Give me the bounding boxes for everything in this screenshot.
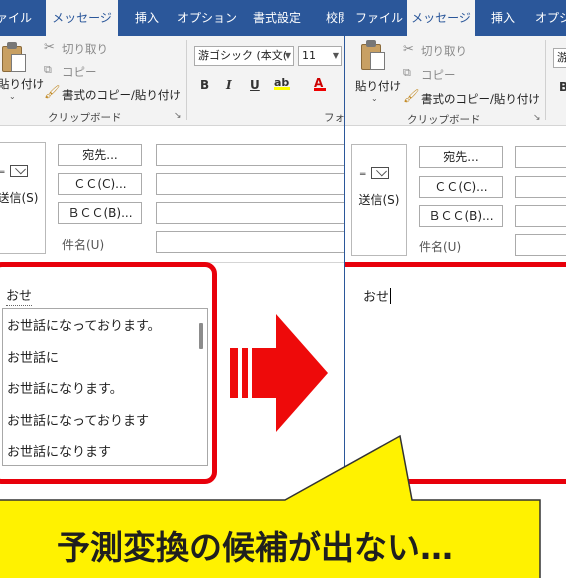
cut-button[interactable]: 切り取り	[62, 41, 108, 57]
dialog-launcher-icon[interactable]: ↘	[174, 111, 182, 121]
copy-button[interactable]: コピー	[62, 64, 97, 80]
clipboard-group-label: クリップボード	[407, 114, 481, 126]
font-name-combo[interactable]: 游	[553, 48, 566, 68]
cc-button[interactable]: ＣＣ(C)...	[58, 173, 142, 195]
send-button[interactable]: ═ 送信(S)	[351, 144, 407, 256]
tab-options[interactable]: オプシ	[535, 0, 566, 36]
send-speed-lines-icon: ═	[0, 168, 5, 178]
group-separator	[545, 40, 546, 120]
outlook-window-with-suggestions: ファイル メッセージ 挿入 オプション 書式設定 校閲 貼り付け ⌄ ✂ 切り取…	[0, 0, 350, 578]
bcc-field[interactable]	[515, 205, 566, 227]
format-painter-icon: 🖌	[44, 85, 61, 100]
highlight-frame-left	[0, 262, 217, 484]
scissors-icon: ✂	[44, 40, 55, 55]
bcc-field[interactable]	[156, 202, 350, 224]
ribbon: 貼り付け ⌄ ✂ 切り取り ⧉ コピー 🖌 書式のコピー/貼り付け クリップボー…	[345, 36, 566, 126]
tab-message[interactable]: メッセージ	[407, 0, 475, 36]
tab-format-text[interactable]: 書式設定	[244, 0, 310, 36]
to-button[interactable]: 宛先...	[58, 144, 142, 166]
tab-insert[interactable]: 挿入	[481, 0, 525, 36]
tab-insert[interactable]: 挿入	[124, 0, 170, 36]
scissors-icon: ✂	[403, 42, 414, 57]
window-inner: ファイル メッセージ 挿入 オプシ 貼り付け ⌄ ✂ 切り取り ⧉ コピー 🖌 …	[345, 0, 566, 578]
font-color-icon[interactable]: A	[314, 76, 326, 91]
cc-field[interactable]	[156, 173, 350, 195]
outlook-window-without-suggestions: ファイル メッセージ 挿入 オプシ 貼り付け ⌄ ✂ 切り取り ⧉ コピー 🖌 …	[344, 0, 566, 578]
subject-field[interactable]	[515, 234, 566, 256]
bcc-button[interactable]: ＢＣＣ(B)...	[419, 205, 503, 227]
send-button[interactable]: ═ 送信(S)	[0, 142, 46, 254]
tab-file[interactable]: ファイル	[351, 0, 407, 36]
envelope-icon	[371, 167, 389, 179]
subject-field[interactable]	[156, 231, 350, 253]
tab-file[interactable]: ファイル	[0, 0, 34, 36]
cut-button[interactable]: 切り取り	[421, 43, 467, 59]
format-painter-button[interactable]: 書式のコピー/貼り付け	[421, 91, 540, 107]
callout-text: 予測変換の候補が出ない…	[57, 528, 453, 567]
bcc-button[interactable]: ＢＣＣ(B)...	[58, 202, 142, 224]
tab-message[interactable]: メッセージ	[46, 0, 118, 36]
paste-dropdown-chevron-icon[interactable]: ⌄	[371, 94, 378, 103]
copy-button[interactable]: コピー	[421, 67, 456, 83]
font-name-combo[interactable]: 游ゴシック (本文( ▼	[194, 46, 294, 66]
dialog-launcher-icon[interactable]: ↘	[533, 113, 541, 123]
to-field[interactable]	[156, 144, 350, 166]
paste-button-label[interactable]: 貼り付け	[355, 78, 401, 94]
paste-icon[interactable]	[2, 42, 28, 72]
send-speed-lines-icon: ═	[360, 170, 366, 180]
group-separator	[186, 40, 187, 120]
ribbon-tab-bar: ファイル メッセージ 挿入 オプシ	[345, 0, 566, 36]
font-size-combo[interactable]: 11 ▼	[298, 46, 342, 66]
paste-button-label[interactable]: 貼り付け	[0, 76, 44, 92]
highlight-color-icon[interactable]: ab	[274, 76, 290, 90]
format-painter-icon: 🖌	[403, 89, 420, 104]
bold-button[interactable]: B	[559, 80, 566, 94]
right-arrow-icon	[230, 314, 328, 432]
cc-button[interactable]: ＣＣ(C)...	[419, 176, 503, 198]
copy-icon: ⧉	[403, 66, 411, 79]
to-field[interactable]	[515, 146, 566, 168]
paste-icon[interactable]	[361, 40, 387, 70]
italic-button[interactable]: I	[226, 78, 232, 92]
bold-button[interactable]: B	[200, 78, 209, 92]
ribbon-tab-bar: ファイル メッセージ 挿入 オプション 書式設定 校閲	[0, 0, 350, 36]
chevron-down-icon[interactable]: ▼	[285, 47, 291, 65]
highlight-frame-right	[345, 262, 566, 484]
cc-field[interactable]	[515, 176, 566, 198]
envelope-icon	[10, 165, 28, 177]
font-name-value: 游	[557, 51, 566, 64]
subject-label: 件名(U)	[62, 238, 105, 252]
copy-icon: ⧉	[44, 63, 52, 76]
paste-dropdown-chevron-icon[interactable]: ⌄	[9, 92, 16, 101]
font-group-label: フォ	[324, 112, 345, 124]
underline-button[interactable]: U	[250, 78, 260, 92]
clipboard-group-label: クリップボード	[48, 112, 122, 124]
to-button[interactable]: 宛先...	[419, 146, 503, 168]
chevron-down-icon[interactable]: ▼	[333, 47, 339, 65]
tab-options[interactable]: オプション	[176, 0, 238, 36]
send-button-label: 送信(S)	[358, 193, 400, 207]
font-name-value: 游ゴシック (本文(	[198, 49, 288, 62]
font-size-value: 11	[302, 49, 316, 62]
ribbon: 貼り付け ⌄ ✂ 切り取り ⧉ コピー 🖌 書式のコピー/貼り付け クリップボー…	[0, 36, 350, 126]
subject-label: 件名(U)	[419, 240, 462, 254]
format-painter-button[interactable]: 書式のコピー/貼り付け	[62, 87, 181, 103]
send-button-label: 送信(S)	[0, 191, 39, 205]
